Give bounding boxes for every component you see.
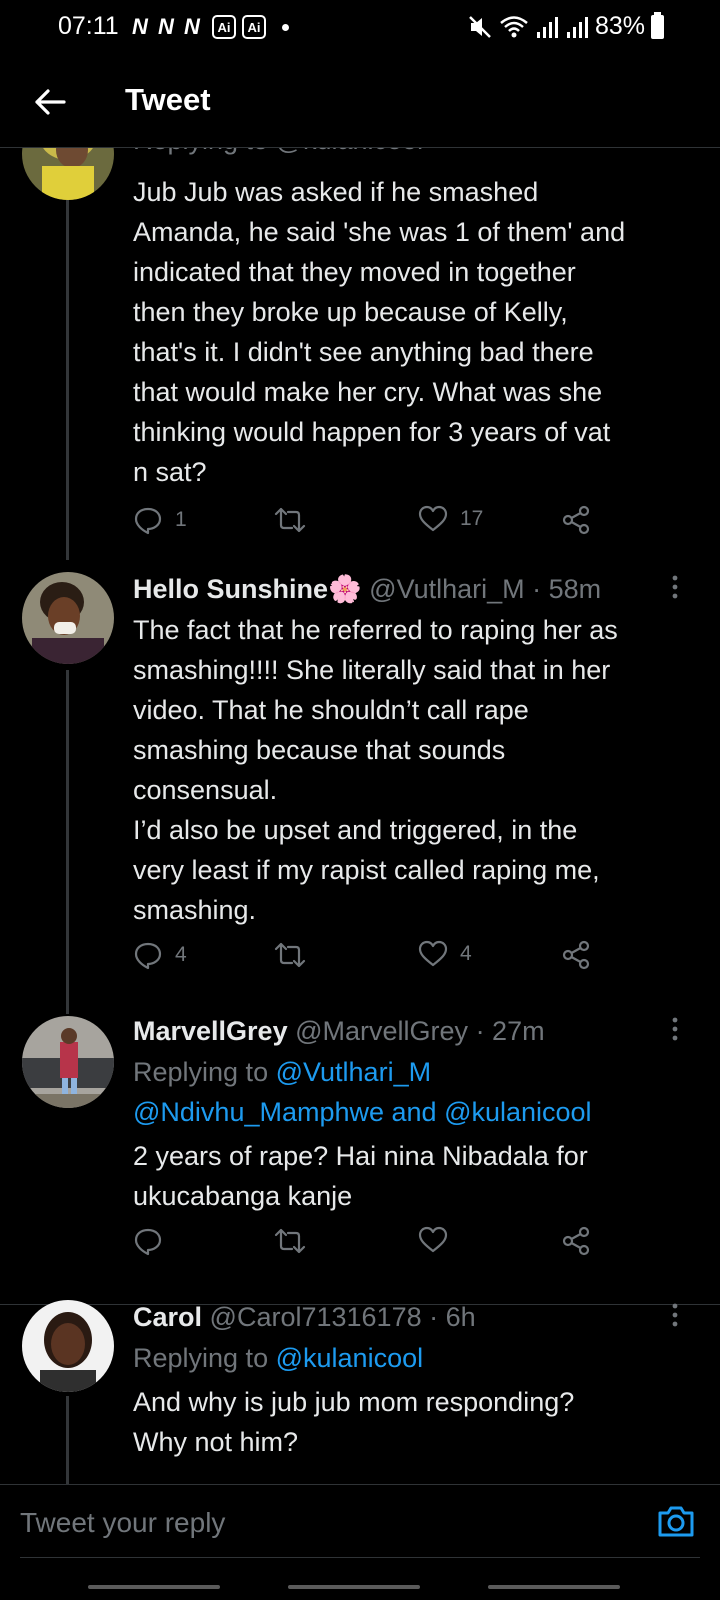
status-time: 07:11	[58, 12, 119, 40]
like-button[interactable]: 4	[418, 940, 472, 968]
thread-line	[66, 200, 69, 560]
replying-to: Replying to @kulanicool	[133, 148, 698, 160]
share-icon	[562, 1226, 590, 1256]
system-icons: 83%	[467, 11, 664, 41]
more-icon	[672, 575, 678, 599]
display-name[interactable]: MarvellGrey	[133, 1016, 288, 1046]
reply-button[interactable]	[133, 1226, 175, 1256]
retweet-icon	[274, 507, 306, 533]
tweet-text: The fact that he referred to raping her …	[133, 615, 618, 925]
signal-icon	[566, 16, 588, 38]
tweet-item[interactable]: MarvellGrey @MarvellGrey · 27m Replying …	[0, 1014, 720, 1278]
retweet-button[interactable]	[273, 940, 319, 970]
signal-icon	[536, 16, 558, 38]
share-button[interactable]	[561, 940, 591, 970]
more-options-button[interactable]	[660, 1300, 690, 1330]
like-icon	[418, 505, 448, 532]
notification-n-icon: N	[158, 14, 174, 39]
ai-notification-icon: Ai	[242, 15, 266, 39]
share-button[interactable]	[561, 1226, 591, 1256]
avatar[interactable]	[22, 148, 114, 200]
reply-count: 1	[175, 508, 187, 531]
ai-notification-icon: Ai	[212, 15, 236, 39]
reply-count: 4	[175, 943, 187, 966]
tweet-item[interactable]: Replying to @kulanicool Jub Jub was aske…	[0, 148, 720, 560]
share-icon	[562, 940, 590, 970]
reply-icon	[134, 1228, 162, 1256]
tweet-item[interactable]: Hello Sunshine🌸 @Vutlhari_M · 58m The fa…	[0, 572, 720, 1014]
tweet-meta: Hello Sunshine🌸 @Vutlhari_M · 58m	[133, 572, 698, 606]
timestamp: · 58m	[532, 574, 602, 604]
reply-button[interactable]: 4	[133, 940, 187, 970]
tweet-text: 2 years of rape? Hai nina Nibadala for u…	[133, 1141, 588, 1211]
timestamp: · 6h	[429, 1302, 476, 1332]
reply-icon	[134, 942, 162, 970]
tweet-meta: Carol @Carol71316178 · 6h	[133, 1300, 698, 1334]
camera-button[interactable]	[656, 1501, 700, 1545]
retweet-button[interactable]	[273, 1226, 319, 1256]
nav-gesture-bar	[288, 1585, 420, 1589]
share-button[interactable]	[561, 505, 591, 535]
reply-input[interactable]: Tweet your reply	[20, 1501, 640, 1545]
tweet-actions: 1 17	[133, 505, 593, 541]
status-bar: 07:11 N N N Ai Ai 83%	[0, 0, 720, 56]
tweet-meta: MarvellGrey @MarvellGrey · 27m	[133, 1014, 698, 1048]
app-header: Tweet	[0, 56, 720, 148]
back-arrow-icon	[35, 89, 66, 115]
replying-to: Replying to @Vutlhari_M	[133, 1057, 432, 1087]
username[interactable]: @Carol71316178	[210, 1302, 422, 1332]
avatar[interactable]	[22, 1300, 114, 1392]
tweet-text: Jub Jub was asked if he smashed Amanda, …	[133, 177, 626, 487]
more-options-button[interactable]	[660, 1014, 690, 1044]
more-icon	[672, 1303, 678, 1327]
username[interactable]: @Vutlhari_M	[369, 574, 524, 604]
avatar[interactable]	[22, 1016, 114, 1108]
mute-icon	[469, 15, 491, 38]
nav-gesture-bar	[88, 1585, 220, 1589]
camera-icon	[658, 1506, 694, 1537]
mention-link[interactable]: @kulanicool	[276, 1343, 424, 1373]
notification-n-icon: N	[132, 14, 148, 39]
more-notifications-dot-icon	[282, 23, 289, 31]
mention-link[interactable]: @Ndivhu_Mamphwe and @kulanicool	[133, 1092, 698, 1132]
like-button[interactable]	[418, 1226, 460, 1254]
tweet-actions: 4 4	[133, 940, 593, 976]
retweet-icon	[274, 942, 306, 968]
like-icon	[418, 1226, 448, 1253]
like-button[interactable]: 17	[418, 505, 483, 533]
input-underline	[20, 1557, 700, 1558]
more-icon	[672, 1017, 678, 1041]
thread-line	[66, 1396, 69, 1484]
more-options-button[interactable]	[660, 572, 690, 602]
display-name[interactable]: Hello Sunshine🌸	[133, 574, 362, 604]
back-button[interactable]	[26, 78, 74, 126]
battery-percent: 83%	[594, 12, 645, 40]
username[interactable]: @MarvellGrey	[295, 1016, 468, 1046]
notification-icons: N N N Ai Ai	[132, 14, 289, 40]
display-name[interactable]: Carol	[133, 1302, 202, 1332]
tweet-thread[interactable]: Replying to @kulanicool Jub Jub was aske…	[0, 148, 720, 1484]
like-count: 17	[460, 507, 484, 530]
retweet-icon	[274, 1228, 306, 1254]
reply-button[interactable]: 1	[133, 505, 187, 535]
reply-icon	[134, 507, 162, 535]
replying-to: Replying to @kulanicool	[133, 1343, 424, 1373]
retweet-button[interactable]	[273, 505, 319, 535]
reply-composer: Tweet your reply	[0, 1484, 720, 1600]
timestamp: · 27m	[475, 1016, 545, 1046]
wifi-icon	[500, 15, 528, 37]
thread-line	[66, 670, 69, 1014]
battery-icon	[651, 11, 664, 39]
nav-gesture-bar	[488, 1585, 620, 1589]
tweet-item[interactable]: Carol @Carol71316178 · 6h Replying to @k…	[0, 1300, 720, 1484]
avatar[interactable]	[22, 572, 114, 664]
notification-n-icon: N	[184, 14, 200, 39]
tweet-text: And why is jub jub mom responding? Why n…	[133, 1387, 575, 1457]
like-icon	[418, 940, 448, 967]
mention-link[interactable]: @Vutlhari_M	[276, 1057, 431, 1087]
tweet-actions	[133, 1226, 593, 1262]
page-title: Tweet	[125, 82, 211, 117]
like-count: 4	[460, 942, 472, 965]
share-icon	[562, 505, 590, 535]
